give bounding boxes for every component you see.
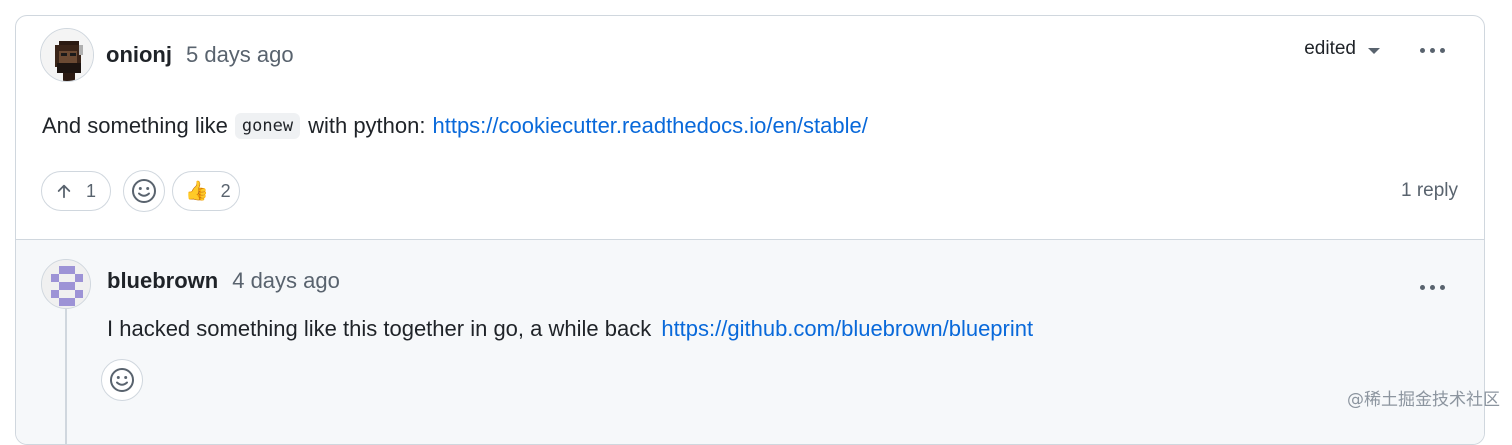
identicon-image [42, 260, 90, 308]
reply-text: I hacked something like this together in… [107, 316, 652, 341]
reply-author[interactable]: bluebrown [107, 268, 218, 294]
avatar[interactable] [40, 28, 94, 82]
comment-text-after: with python: [308, 113, 426, 138]
reply-add-reaction-button[interactable] [101, 359, 143, 401]
reply-timestamp[interactable]: 4 days ago [232, 268, 340, 294]
upvote-button[interactable]: 1 [41, 171, 111, 211]
add-reaction-button[interactable] [123, 170, 165, 212]
discussion-comment-card: onionj 5 days ago edited And something l… [15, 15, 1485, 445]
dot [1430, 284, 1435, 290]
thumbs-up-icon: 👍 [185, 181, 209, 202]
dot [1440, 47, 1445, 53]
upvote-count: 1 [85, 180, 96, 201]
thumbs-up-count: 2 [220, 180, 231, 201]
reply-count[interactable]: 1 reply [1401, 180, 1458, 202]
reply-avatar[interactable] [41, 259, 91, 309]
comment-text-before: And something like [42, 113, 228, 138]
inline-code: gonew [234, 113, 301, 139]
dot [1440, 284, 1445, 290]
arrow-up-icon [57, 184, 71, 199]
edited-history-button[interactable]: edited [1304, 38, 1380, 60]
avatar-image [41, 29, 93, 81]
reply-body: I hacked something like this together in… [107, 316, 1033, 342]
reactions-bar: 1 👍 2 [41, 170, 240, 212]
smiley-icon [132, 179, 156, 203]
thread-line [65, 290, 67, 444]
comment-menu-button[interactable] [1420, 40, 1445, 60]
reply-link[interactable]: https://github.com/bluebrown/blueprint [661, 316, 1033, 341]
dot [1430, 47, 1435, 53]
watermark: @稀土掘金技术社区 [1347, 390, 1500, 410]
smiley-icon [110, 368, 134, 392]
comment-author[interactable]: onionj [106, 42, 172, 68]
dot [1420, 47, 1425, 53]
thumbs-up-reaction[interactable]: 👍 2 [172, 171, 240, 211]
reply-thread: bluebrown 4 days ago I hacked something … [16, 239, 1484, 444]
comment-link[interactable]: https://cookiecutter.readthedocs.io/en/s… [432, 113, 867, 139]
dot [1420, 284, 1425, 290]
comment-header: onionj 5 days ago [40, 28, 294, 82]
comment-timestamp[interactable]: 5 days ago [186, 42, 294, 68]
triangle-down-icon [1368, 47, 1380, 54]
reply-menu-button[interactable] [1420, 277, 1445, 297]
reply-header: bluebrown 4 days ago [107, 268, 340, 294]
comment-body: And something like gonew with python: ht… [42, 113, 868, 139]
edited-label: edited [1304, 38, 1356, 59]
